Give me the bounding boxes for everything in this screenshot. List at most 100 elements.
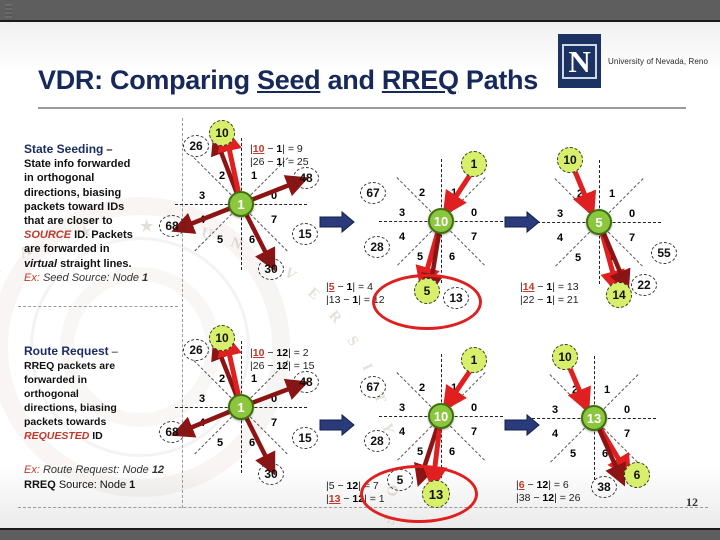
eq-bold: 1 (352, 294, 359, 306)
node-13: 13 (422, 480, 450, 508)
eq-tail: | = 9 (282, 143, 303, 155)
axis-diagonal-2 (555, 178, 644, 267)
axis-vertical (241, 138, 242, 270)
path-arrow-seed-3-1 (596, 221, 625, 296)
eq-highlight: 6 (518, 479, 525, 491)
direction-label-2: 2 (572, 384, 579, 396)
rreq-line-3: orthogonal (24, 388, 79, 401)
node-38: 38 (591, 476, 617, 498)
window-bottom-bar (0, 528, 720, 540)
axis-horizontal (532, 418, 656, 419)
equation-rreq-1-2: |26 − 12| = 15 (250, 360, 314, 373)
highlight-ellipse (360, 465, 478, 523)
direction-label-2: 2 (219, 170, 226, 182)
direction-label-7: 7 (624, 428, 631, 440)
path-arrow-seed-3-0 (571, 168, 597, 218)
seed-example-value: 1 (142, 271, 149, 284)
node-48: 48 (293, 167, 319, 189)
node-22: 22 (631, 274, 657, 296)
route-request-body: RREQ packets are forwarded in orthogonal… (24, 359, 189, 443)
path-arrow-seed-3-2 (596, 221, 631, 293)
hub-node-13: 13 (581, 405, 607, 431)
axis-vertical (241, 341, 242, 473)
seed-line-5: that are closer to (24, 215, 113, 228)
eq-open: | (516, 479, 519, 491)
separator-bottom (18, 507, 708, 508)
direction-label-3: 3 (552, 404, 559, 416)
direction-label-3: 3 (399, 207, 406, 219)
seal-char: I (0, 261, 4, 278)
direction-label-0: 0 (271, 190, 278, 202)
eq-bold: 1 (346, 281, 353, 293)
title-part-seed: Seed (257, 65, 321, 95)
seal-char: I (255, 247, 269, 265)
direction-label-6: 6 (249, 234, 256, 246)
direction-label-0: 0 (471, 402, 478, 414)
rreq-line-5: packets towards (24, 416, 107, 429)
state-seeding-description: State Seeding – State info forwarded in … (24, 142, 189, 285)
direction-label-7: 7 (271, 214, 278, 226)
rreq-source-line: RREQ Source: Node 1 (24, 478, 189, 492)
path-arrow-seed-1-0 (210, 132, 244, 205)
eq-tail: | = 7 (358, 480, 379, 492)
eq-bold: 1 (276, 156, 283, 168)
seed-line-7: are forwarded in (24, 243, 110, 256)
eq-bold: 1 (546, 281, 553, 293)
axis-vertical (441, 159, 442, 283)
axis-horizontal (537, 222, 661, 223)
direction-label-2: 2 (577, 188, 584, 200)
eq-mid: − (534, 281, 547, 293)
direction-label-4: 4 (199, 417, 206, 429)
seed-line-1: State info forwarded (24, 158, 131, 171)
equation-seed-1-2: |26 − 1| = 25 (250, 156, 309, 169)
axis-diagonal-1 (396, 372, 485, 461)
eq-mid: − (340, 493, 353, 505)
eq-open: | (250, 143, 253, 155)
eq-bold: 12 (352, 493, 365, 505)
eq-bold: 12 (276, 347, 289, 359)
path-arrow-seed-1-4 (238, 202, 276, 272)
seed-line-3: directions, biasing (24, 186, 122, 199)
seal-char: O (383, 484, 400, 497)
eq-mid: |22 − (520, 294, 547, 306)
direction-label-4: 4 (552, 428, 559, 440)
rreq-source-label: RREQ (24, 479, 56, 492)
node-5: 5 (387, 469, 413, 491)
eq-mid: |13 − (326, 294, 353, 306)
direction-label-6: 6 (449, 251, 456, 263)
page-title: VDR: Comparing Seed and RREQ Paths (38, 65, 678, 96)
equation-rreq-3-1: |6 − 12| = 6 (516, 479, 569, 492)
direction-label-4: 4 (399, 426, 406, 438)
eq-bold: 1 (546, 294, 553, 306)
seed-virtual-keyword: virtual (24, 257, 58, 270)
node-1: 1 (461, 151, 487, 177)
seed-line-8-rest: straight lines. (57, 257, 132, 270)
direction-label-4: 4 (399, 231, 406, 243)
direction-label-0: 0 (271, 393, 278, 405)
path-arrow-rreq-1-2 (240, 378, 309, 410)
eq-bold: 1 (276, 143, 283, 155)
path-arrow-seed-1-1 (217, 126, 244, 205)
window-title-bar (0, 0, 720, 22)
flow-arrow-3 (319, 413, 355, 437)
direction-label-3: 3 (557, 208, 564, 220)
flow-arrow-2 (504, 210, 540, 234)
direction-label-2: 2 (419, 382, 426, 394)
eq-mid: |38 − (516, 492, 543, 504)
eq-tail: | = 4 (352, 281, 373, 293)
hub-node-1: 1 (228, 191, 254, 217)
page-number: 12 (686, 495, 698, 509)
node-10: 10 (209, 120, 235, 146)
seed-line-2: in orthogonal (24, 172, 95, 185)
window-grip-icon (5, 4, 12, 18)
seal-char: F (379, 514, 397, 526)
eq-open: | (520, 281, 523, 293)
seed-source-keyword: SOURCE (24, 229, 72, 242)
seal-char: S (343, 333, 362, 350)
axis-diagonal-2 (194, 360, 289, 455)
separator-left-top (18, 306, 178, 307)
axis-diagonal-1 (193, 360, 288, 455)
node-48: 48 (293, 371, 319, 393)
direction-label-5: 5 (570, 448, 577, 460)
eq-highlight: 10 (252, 143, 265, 155)
